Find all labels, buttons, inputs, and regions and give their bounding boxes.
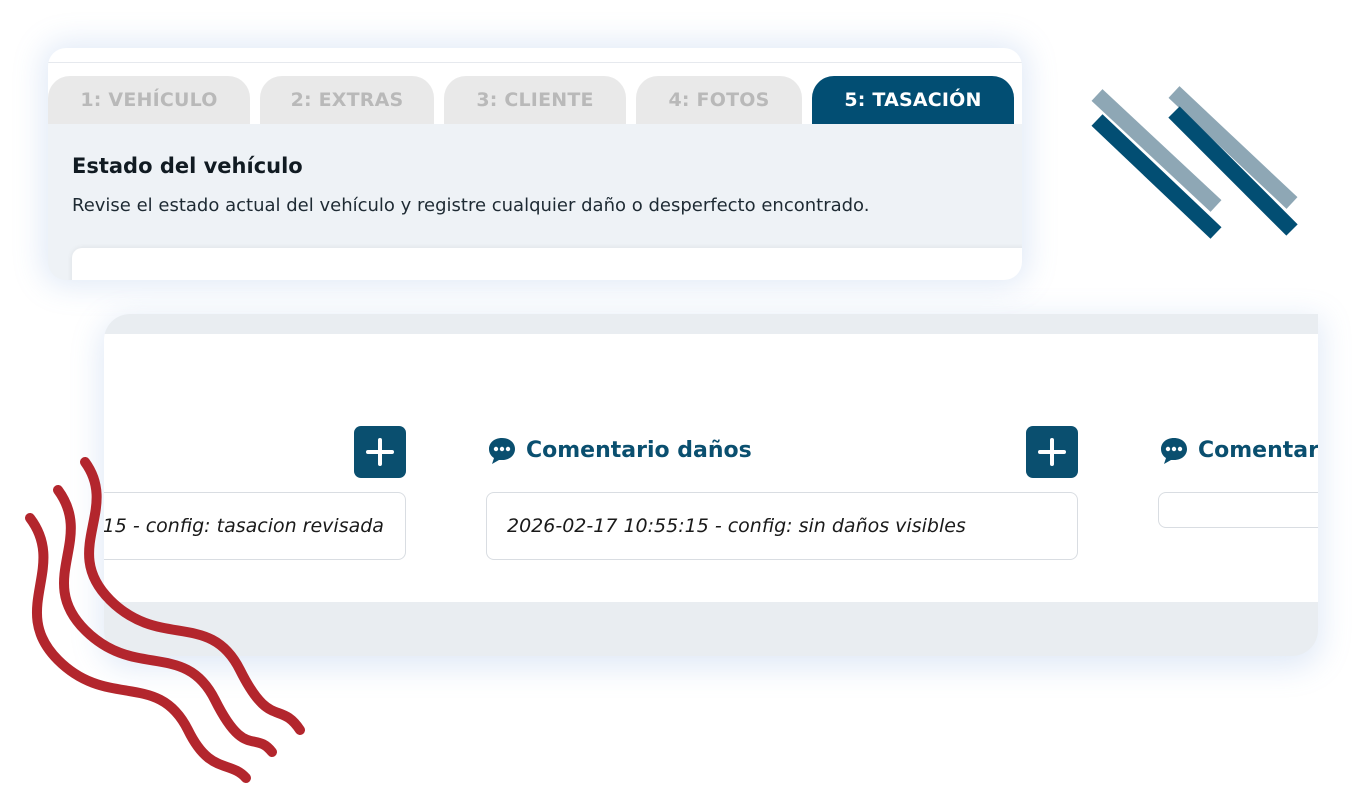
comment-icon bbox=[489, 438, 515, 464]
wizard-card: 1: VEHÍCULO 2: EXTRAS 3: CLIENTE 4: FOTO… bbox=[48, 48, 1022, 280]
comment-text: 2026-02-17 10:55:15 - config: sin daños … bbox=[507, 515, 966, 537]
section-title: Estado del vehículo bbox=[72, 154, 303, 178]
comment-field-right[interactable] bbox=[1158, 492, 1318, 528]
comment-title-damages: Comentario daños bbox=[486, 434, 752, 466]
comment-title-label: Comentario daños bbox=[526, 437, 752, 463]
tab-vehiculo[interactable]: 1: VEHÍCULO bbox=[48, 76, 250, 124]
comment-title-right: Comentario bbox=[1158, 434, 1318, 466]
tab-extras[interactable]: 2: EXTRAS bbox=[260, 76, 434, 124]
tab-bar-divider bbox=[48, 62, 1022, 63]
section-description: Revise el estado actual del vehículo y r… bbox=[72, 195, 870, 216]
add-comment-button[interactable] bbox=[354, 426, 406, 478]
content-panel bbox=[72, 248, 1022, 280]
tab-bar: 1: VEHÍCULO 2: EXTRAS 3: CLIENTE 4: FOTO… bbox=[48, 48, 1022, 124]
tab-tasacion[interactable]: 5: TASACIÓN bbox=[812, 76, 1014, 124]
comment-icon bbox=[1161, 438, 1187, 464]
comment-title-label: Comentario bbox=[1198, 437, 1318, 463]
tab-cliente[interactable]: 3: CLIENTE bbox=[444, 76, 626, 124]
diagonal-stripes-decoration bbox=[1091, 86, 1298, 239]
tab-fotos[interactable]: 4: FOTOS bbox=[636, 76, 802, 124]
add-damage-comment-button[interactable] bbox=[1026, 426, 1078, 478]
wavy-lines-decoration bbox=[25, 457, 305, 783]
comment-field-damages[interactable]: 2026-02-17 10:55:15 - config: sin daños … bbox=[486, 492, 1078, 560]
